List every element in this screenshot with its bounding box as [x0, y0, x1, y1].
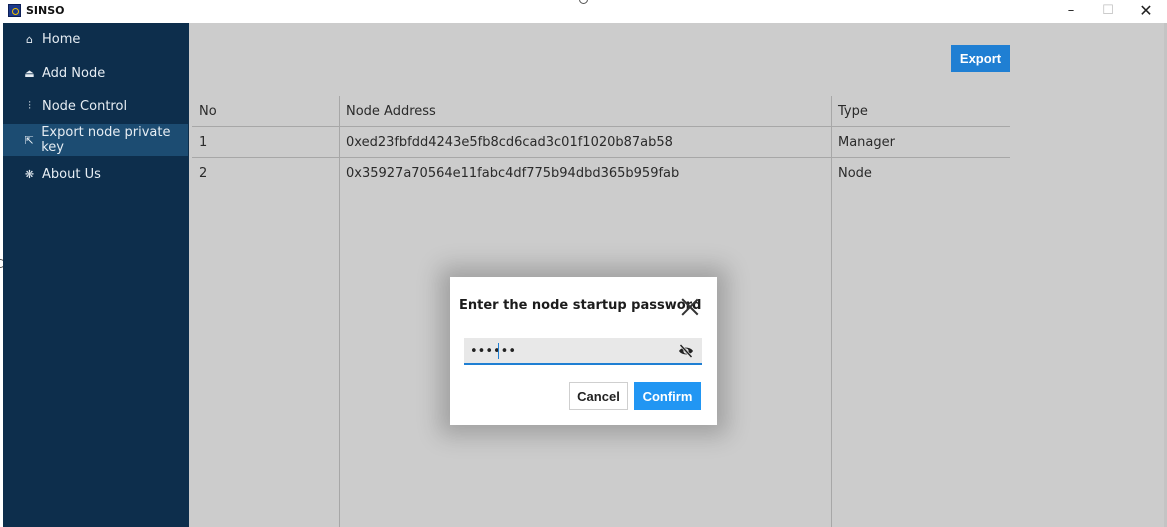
sidebar-item-label: Node Control: [42, 98, 128, 114]
export-button[interactable]: Export: [951, 45, 1010, 72]
close-window-button[interactable]: ✕: [1127, 0, 1165, 22]
table-header-divider: [192, 126, 1010, 127]
table-column-divider: [339, 96, 340, 527]
sidebar-item-export-key[interactable]: ⇱ Export node private key: [3, 124, 188, 156]
sidebar-item-label: Home: [42, 31, 81, 47]
column-header-type: Type: [838, 104, 868, 119]
sliders-icon: ⫶: [28, 99, 31, 112]
app-logo-icon: [8, 4, 21, 17]
main-panel: [189, 23, 1164, 527]
maximize-button[interactable]: ☐: [1089, 0, 1127, 22]
close-icon[interactable]: [678, 295, 702, 319]
home-icon: ⌂: [26, 32, 33, 46]
table-row-address: 0xed23fbfdd4243e5fb8cd6cad3c01f1020b87ab…: [346, 135, 673, 150]
table-row-address: 0x35927a70564e11fabc4df775b94dbd365b959f…: [346, 166, 680, 181]
sidebar-item-label: About Us: [42, 166, 101, 182]
sidebar-item-label: Export node private key: [41, 125, 171, 155]
sidebar-item-home[interactable]: ⌂ Home: [3, 23, 188, 55]
sidebar-item-node-control[interactable]: ⫶ Node Control: [3, 90, 188, 122]
password-input[interactable]: [470, 342, 670, 360]
export-icon: ⇱: [24, 133, 34, 147]
table-row-type: Manager: [838, 135, 895, 150]
sidebar-item-label: Add Node: [42, 65, 106, 81]
column-header-node-address: Node Address: [346, 104, 436, 119]
sidebar-item-about[interactable]: ❋ About Us: [3, 158, 188, 190]
table-column-divider: [831, 96, 832, 527]
table-row-no: 1: [199, 135, 208, 150]
cancel-button[interactable]: Cancel: [569, 382, 628, 410]
about-icon: ❋: [24, 167, 35, 181]
column-header-no: No: [199, 104, 217, 119]
app-title: SINSO: [26, 4, 65, 17]
dialog-title: Enter the node startup password: [459, 298, 702, 313]
table-row-type: Node: [838, 166, 872, 181]
sidebar: ⌂ Home ⏏ Add Node ⫶ Node Control ⇱ Expor…: [3, 23, 189, 527]
add-node-icon: ⏏: [24, 66, 35, 80]
confirm-button[interactable]: Confirm: [634, 382, 701, 410]
text-caret: [498, 343, 499, 359]
minimize-button[interactable]: –: [1052, 0, 1090, 22]
password-field[interactable]: [464, 338, 702, 365]
eye-slash-icon[interactable]: [678, 344, 694, 358]
table-row-no: 2: [199, 166, 208, 181]
sidebar-item-add-node[interactable]: ⏏ Add Node: [3, 57, 188, 89]
table-row-divider: [192, 157, 1010, 158]
